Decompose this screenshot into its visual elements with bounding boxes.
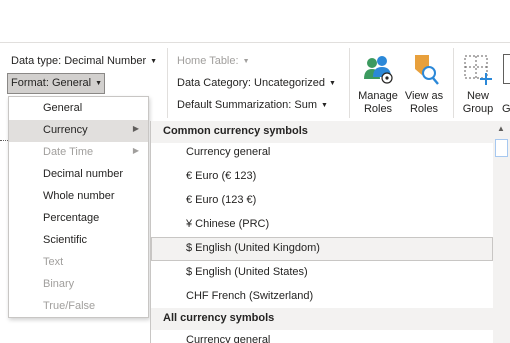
- data-category-dropdown[interactable]: Data Category: Uncategorized ▼: [177, 77, 336, 89]
- currency-item-euro-suffix[interactable]: € Euro (123 €): [151, 189, 493, 213]
- view-as-roles-icon: [415, 55, 439, 85]
- new-group-button[interactable]: New Group: [457, 50, 499, 116]
- home-table-label: Home Table:: [177, 55, 239, 67]
- chevron-down-icon: ▼: [150, 58, 158, 65]
- chevron-right-icon: ▶: [132, 124, 139, 133]
- data-category-label: Data Category: Uncategorized: [177, 77, 325, 89]
- currency-item-chinese-prc[interactable]: ¥ Chinese (PRC): [151, 213, 493, 237]
- format-menu: General Currency ▶ Date Time ▶ Decimal n…: [8, 96, 149, 318]
- currency-item-chf-french-switzerland[interactable]: CHF French (Switzerland): [151, 285, 493, 309]
- format-label: Format: General: [11, 77, 92, 89]
- canvas-edge: [0, 140, 8, 142]
- ribbon-group-divider: [167, 48, 168, 118]
- currency-submenu: Common currency symbols Currency general…: [150, 121, 510, 343]
- chevron-down-icon: ▼: [328, 80, 336, 87]
- format-menu-item-date-time: Date Time ▶: [43, 146, 139, 158]
- home-table-dropdown[interactable]: Home Table: ▼: [177, 55, 250, 67]
- data-type-label: Data type: Decimal Number: [11, 55, 147, 67]
- format-menu-item-percentage[interactable]: Percentage: [9, 208, 148, 230]
- format-menu-item-currency[interactable]: Currency ▶: [9, 120, 148, 142]
- data-type-dropdown[interactable]: Data type: Decimal Number ▼: [11, 55, 157, 67]
- format-menu-item-scientific[interactable]: Scientific: [9, 230, 148, 252]
- currency-item-english-us[interactable]: $ English (United States): [151, 261, 493, 285]
- cut-off-button-label: G: [502, 103, 510, 115]
- new-group-icon: [464, 55, 492, 85]
- new-group-label: New Group: [462, 90, 494, 115]
- ribbon-group-divider: [453, 48, 454, 118]
- default-summarization-dropdown[interactable]: Default Summarization: Sum ▼: [177, 99, 328, 111]
- common-currency-header: Common currency symbols: [151, 121, 493, 143]
- format-menu-item-general[interactable]: General: [9, 98, 148, 120]
- all-currency-header: All currency symbols: [151, 308, 493, 330]
- format-menu-item-decimal-number[interactable]: Decimal number: [9, 164, 148, 186]
- manage-roles-label: Manage Roles: [358, 90, 398, 115]
- chevron-down-icon: ▼: [95, 80, 103, 87]
- ribbon-group-divider: [349, 48, 350, 118]
- currency-item-english-uk[interactable]: $ English (United Kingdom): [151, 237, 493, 261]
- currency-scrollbar[interactable]: ▲: [493, 121, 510, 343]
- scroll-up-arrow-icon[interactable]: ▲: [497, 124, 505, 133]
- manage-roles-icon: [364, 56, 393, 84]
- format-menu-item-binary: Binary: [43, 278, 75, 290]
- default-summarization-label: Default Summarization: Sum: [177, 99, 317, 111]
- chevron-right-icon: ▶: [132, 146, 139, 155]
- chevron-down-icon: ▼: [242, 58, 250, 65]
- view-as-roles-label: View as Roles: [404, 90, 444, 115]
- scrollbar-thumb[interactable]: [495, 139, 508, 157]
- manage-roles-button[interactable]: Manage Roles: [355, 50, 401, 116]
- format-menu-item-true-false: True/False: [43, 300, 96, 312]
- format-menu-item-text: Text: [43, 256, 64, 268]
- currency-item-general[interactable]: Currency general: [151, 141, 493, 165]
- ribbon-top-divider: [0, 42, 510, 43]
- currency-item-euro-prefix[interactable]: € Euro (€ 123): [151, 165, 493, 189]
- format-dropdown-text[interactable]: Format: General ▼: [11, 77, 102, 89]
- chevron-down-icon: ▼: [321, 102, 328, 109]
- cut-off-button-icon: [503, 54, 510, 84]
- view-as-roles-button[interactable]: View as Roles: [401, 50, 447, 116]
- currency-item-general-all[interactable]: Currency general: [151, 329, 493, 343]
- format-menu-item-whole-number[interactable]: Whole number: [9, 186, 148, 208]
